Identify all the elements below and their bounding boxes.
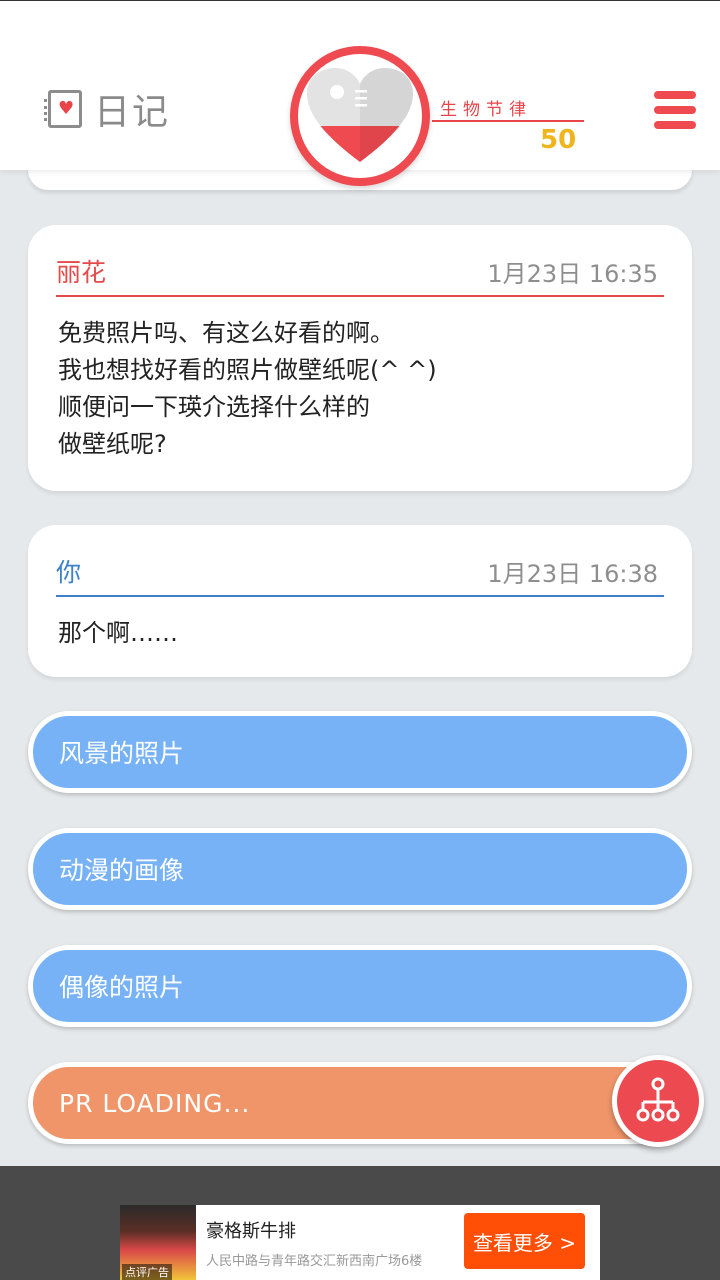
ad-banner-bar: 点评广告 豪格斯牛排 人民中路与青年路交汇新西南广场6楼 查看更多 > [0, 1166, 720, 1280]
pr-loading-banner[interactable]: PR LOADING... [28, 1062, 692, 1144]
ad-image-label: 点评广告 [122, 1264, 172, 1280]
biorhythm-value: 50 [540, 125, 577, 155]
diary-button[interactable]: ♥ 日记 [44, 89, 170, 133]
biorhythm-divider [432, 120, 584, 122]
ad-title: 豪格斯牛排 [206, 1221, 296, 1242]
message-card-you: 你 1月23日 16:38 那个啊…… [28, 525, 692, 677]
message-header: 丽花 1月23日 16:35 [56, 247, 664, 297]
reply-option-anime[interactable]: 动漫的画像 [28, 828, 692, 910]
hamburger-menu-icon[interactable] [654, 91, 696, 129]
ad-banner[interactable]: 点评广告 豪格斯牛排 人民中路与青年路交汇新西南广场6楼 查看更多 > [120, 1205, 600, 1280]
message-card: 丽花 1月23日 16:35 免费照片吗、有这么好看的啊。 我也想找好看的照片做… [28, 225, 692, 491]
biorhythm-heart-badge[interactable] [290, 46, 430, 186]
branch-menu-button[interactable] [612, 1055, 704, 1147]
ad-subtitle: 人民中路与青年路交汇新西南广场6楼 [206, 1254, 423, 1269]
diary-label: 日记 [94, 92, 171, 133]
message-header: 你 1月23日 16:38 [56, 547, 664, 597]
ad-view-more-button[interactable]: 查看更多 > [464, 1213, 585, 1269]
message-author: 丽花 [56, 258, 107, 287]
message-author: 你 [56, 558, 82, 587]
biorhythm-label: 生物节律 [440, 100, 532, 120]
heart-icon [307, 68, 413, 162]
diary-heart-icon: ♥ [44, 90, 82, 128]
message-time: 1月23日 16:35 [487, 259, 658, 288]
message-text: 免费照片吗、有这么好看的啊。 我也想找好看的照片做壁纸呢(^ ^) 顺便问一下瑛… [58, 319, 437, 458]
message-time: 1月23日 16:38 [487, 559, 658, 588]
ad-image: 点评广告 [120, 1205, 196, 1280]
message-text: 那个啊…… [58, 619, 178, 647]
reply-option-idol[interactable]: 偶像的照片 [28, 945, 692, 1027]
reply-option-scenery[interactable]: 风景的照片 [28, 711, 692, 793]
tree-network-icon [636, 1077, 680, 1122]
